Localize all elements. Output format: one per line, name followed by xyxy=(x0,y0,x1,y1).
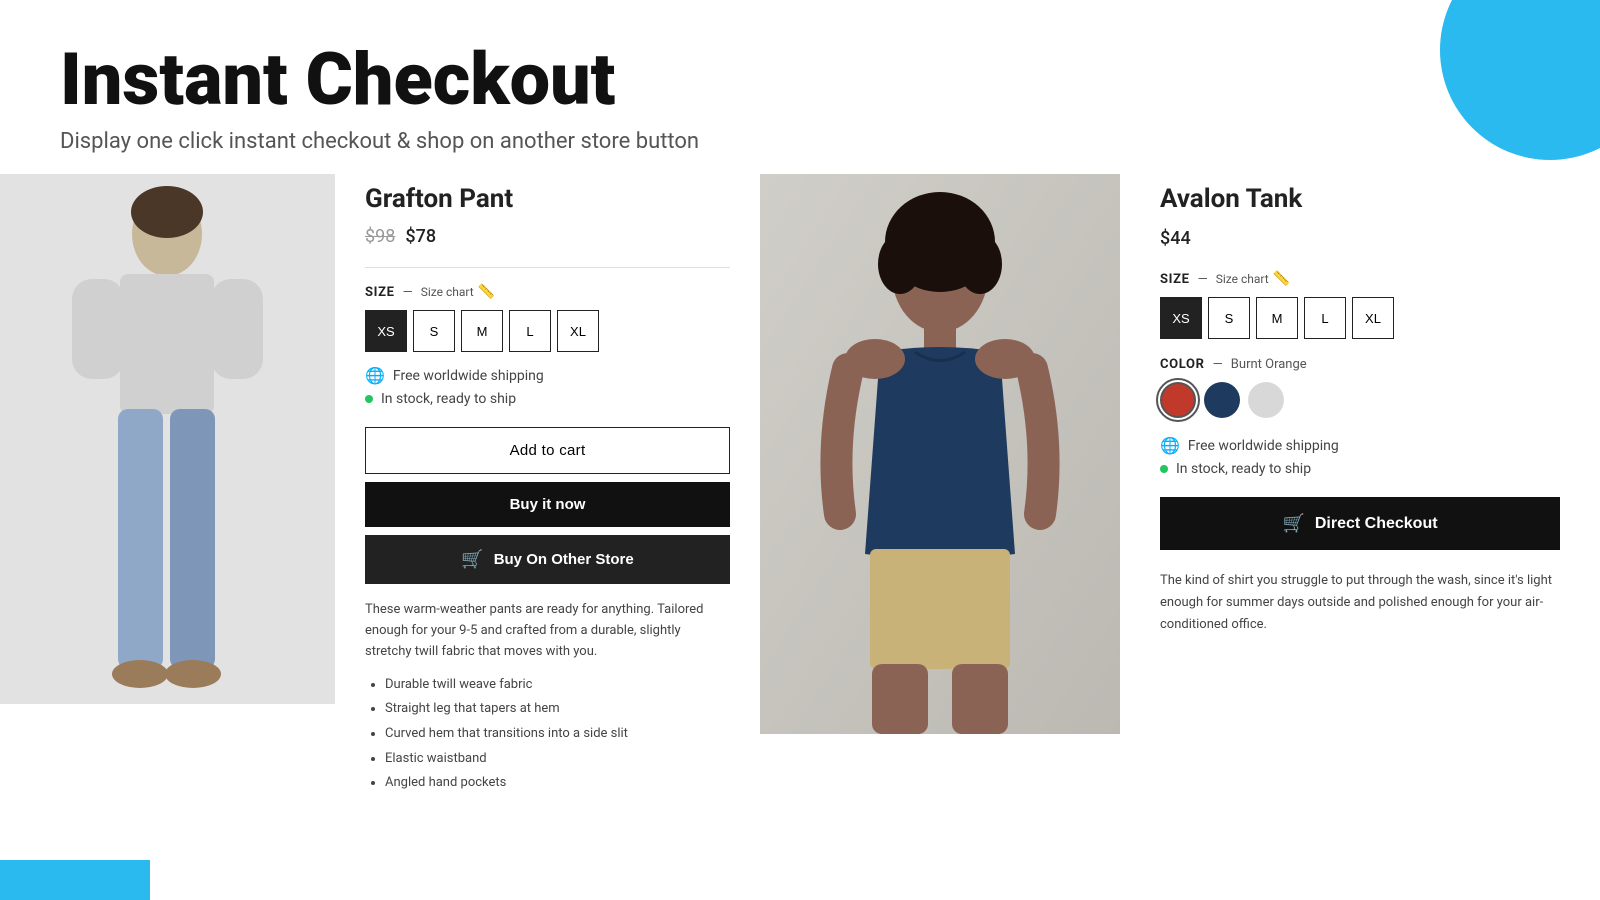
right-product-svg xyxy=(760,174,1120,734)
right-size-s[interactable]: S xyxy=(1208,297,1250,339)
feature-5: Angled hand pockets xyxy=(385,771,730,796)
divider-1 xyxy=(365,267,730,268)
right-product-name: Avalon Tank xyxy=(1160,184,1560,214)
right-shipping-icon: 🌐 xyxy=(1160,436,1180,455)
right-product-price: $44 xyxy=(1160,228,1560,249)
right-color-section: COLOR — Burnt Orange xyxy=(1160,357,1560,418)
right-color-dash: — xyxy=(1213,357,1223,372)
left-size-section: SIZE — Size chart 📏 XS S M L XL xyxy=(365,284,730,352)
right-shipping-text: Free worldwide shipping xyxy=(1188,438,1339,454)
right-shipping-row: 🌐 Free worldwide shipping xyxy=(1160,436,1560,455)
right-size-chart-text: Size chart xyxy=(1216,272,1269,286)
right-size-dash: — xyxy=(1198,272,1208,287)
right-color-selected: Burnt Orange xyxy=(1231,357,1307,372)
right-color-label-row: COLOR — Burnt Orange xyxy=(1160,357,1560,372)
feature-3: Curved hem that transitions into a side … xyxy=(385,722,730,747)
right-size-section: SIZE — Size chart 📏 XS S M L XL xyxy=(1160,271,1560,339)
buy-now-button[interactable]: Buy it now xyxy=(365,482,730,527)
left-price-sale: $78 xyxy=(405,226,436,247)
right-size-label-row: SIZE — Size chart 📏 xyxy=(1160,271,1560,287)
left-product-svg xyxy=(0,174,335,704)
swatch-navy[interactable] xyxy=(1204,382,1240,418)
page-subtitle: Display one click instant checkout & sho… xyxy=(60,129,1540,154)
feature-1: Durable twill weave fabric xyxy=(385,673,730,698)
left-size-label-row: SIZE — Size chart 📏 xyxy=(365,284,730,300)
feature-2: Straight leg that tapers at hem xyxy=(385,697,730,722)
left-product-details: Grafton Pant $98 $78 SIZE — Size chart 📏 xyxy=(335,174,760,816)
direct-checkout-cart-icon: 🛒 xyxy=(1282,513,1304,534)
buy-on-other-store-button[interactable]: 🛒 Buy On Other Store xyxy=(365,535,730,584)
right-size-l[interactable]: L xyxy=(1304,297,1346,339)
left-size-chart-link[interactable]: Size chart 📏 xyxy=(421,284,495,300)
right-size-chart-icon: 📏 xyxy=(1273,271,1290,287)
feature-4: Elastic waistband xyxy=(385,747,730,772)
direct-checkout-label: Direct Checkout xyxy=(1315,515,1438,533)
right-panel: Avalon Tank $44 SIZE — Size chart 📏 XS S… xyxy=(1120,174,1600,816)
right-size-label: SIZE xyxy=(1160,272,1190,287)
left-shipping-text: Free worldwide shipping xyxy=(393,368,544,384)
buy-other-label: Buy On Other Store xyxy=(494,551,634,568)
left-price-row: $98 $78 xyxy=(365,226,730,247)
left-price-original: $98 xyxy=(365,226,395,247)
middle-product-image-section xyxy=(760,174,1120,816)
page-title: Instant Checkout xyxy=(60,40,1540,119)
right-color-label: COLOR xyxy=(1160,357,1205,372)
left-shipping-icon: 🌐 xyxy=(365,366,385,385)
left-size-xl[interactable]: XL xyxy=(557,310,599,352)
left-size-m[interactable]: M xyxy=(461,310,503,352)
middle-product-image xyxy=(760,174,1120,734)
buy-other-cart-icon: 🛒 xyxy=(461,549,483,570)
left-product-section: Grafton Pant $98 $78 SIZE — Size chart 📏 xyxy=(0,174,760,816)
header-section: Instant Checkout Display one click insta… xyxy=(0,0,1600,174)
left-shipping-row: 🌐 Free worldwide shipping xyxy=(365,366,730,385)
right-size-m[interactable]: M xyxy=(1256,297,1298,339)
swatch-light-gray[interactable] xyxy=(1248,382,1284,418)
swatch-burnt-orange[interactable] xyxy=(1160,382,1196,418)
left-product-name: Grafton Pant xyxy=(365,184,730,214)
right-stock-dot xyxy=(1160,465,1168,473)
right-color-swatches xyxy=(1160,382,1560,418)
right-size-xs[interactable]: XS xyxy=(1160,297,1202,339)
left-size-chart-text: Size chart xyxy=(421,285,474,299)
left-size-label: SIZE xyxy=(365,285,395,300)
right-size-chart-link[interactable]: Size chart 📏 xyxy=(1216,271,1290,287)
right-product-description: The kind of shirt you struggle to put th… xyxy=(1160,570,1560,636)
left-product-image xyxy=(0,174,335,704)
left-size-s[interactable]: S xyxy=(413,310,455,352)
blue-bar-decoration xyxy=(0,860,150,900)
left-size-dash: — xyxy=(403,285,413,300)
add-to-cart-button[interactable]: Add to cart xyxy=(365,427,730,474)
right-size-xl[interactable]: XL xyxy=(1352,297,1394,339)
right-size-buttons: XS S M L XL xyxy=(1160,297,1560,339)
right-stock-text: In stock, ready to ship xyxy=(1176,461,1311,477)
left-size-l[interactable]: L xyxy=(509,310,551,352)
direct-checkout-button[interactable]: 🛒 Direct Checkout xyxy=(1160,497,1560,550)
left-product-description: These warm-weather pants are ready for a… xyxy=(365,600,730,662)
content-area: Grafton Pant $98 $78 SIZE — Size chart 📏 xyxy=(0,174,1600,816)
left-size-chart-icon: 📏 xyxy=(478,284,495,300)
left-product-features: Durable twill weave fabric Straight leg … xyxy=(365,673,730,796)
left-stock-text: In stock, ready to ship xyxy=(381,391,516,407)
left-size-xs[interactable]: XS xyxy=(365,310,407,352)
left-size-buttons: XS S M L XL xyxy=(365,310,730,352)
left-stock-dot xyxy=(365,395,373,403)
right-stock-row: In stock, ready to ship xyxy=(1160,461,1560,477)
left-stock-row: In stock, ready to ship xyxy=(365,391,730,407)
